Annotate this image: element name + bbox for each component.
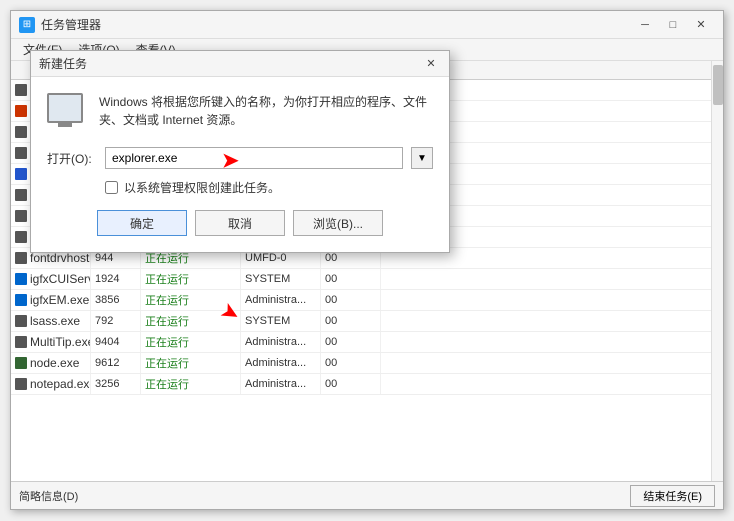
table-row[interactable]: notepad.exe3256正在运行Administra...00 — [11, 374, 711, 395]
monitor-icon — [47, 93, 83, 123]
title-text: 任务管理器 — [41, 16, 101, 33]
process-name: MultiTip.exe — [11, 332, 91, 352]
process-status: 正在运行 — [141, 290, 241, 310]
dialog-body: Windows 将根据您所键入的名称，为你打开相应的程序、文件夹、文档或 Int… — [31, 77, 449, 252]
process-status: 正在运行 — [141, 332, 241, 352]
process-status: 正在运行 — [141, 269, 241, 289]
process-user: Administra... — [241, 353, 321, 373]
process-user: SYSTEM — [241, 311, 321, 331]
ok-button[interactable]: 确定 — [97, 210, 187, 236]
open-row: 打开(O): ▼ — [47, 147, 433, 169]
title-bar: ⊞ 任务管理器 ─ □ ✕ — [11, 11, 723, 39]
maximize-button[interactable]: □ — [659, 15, 687, 35]
dialog-title: 新建任务 — [39, 55, 87, 72]
process-cpu: 00 — [321, 269, 381, 289]
process-name: notepad.exe — [11, 374, 91, 394]
process-name: igfxCUIService.exe — [11, 269, 91, 289]
process-cpu: 00 — [321, 332, 381, 352]
process-status: 正在运行 — [141, 374, 241, 394]
process-icon — [15, 336, 27, 348]
dialog-top: Windows 将根据您所键入的名称，为你打开相应的程序、文件夹、文档或 Int… — [47, 93, 433, 133]
process-icon — [15, 168, 27, 180]
process-status: 正在运行 — [141, 353, 241, 373]
table-row[interactable]: node.exe9612正在运行Administra...00 — [11, 353, 711, 374]
browse-button[interactable]: 浏览(B)... — [293, 210, 383, 236]
process-pid: 3256 — [91, 374, 141, 394]
dialog-close-button[interactable]: ✕ — [421, 55, 441, 73]
process-icon — [15, 126, 27, 138]
title-controls: ─ □ ✕ — [631, 15, 715, 35]
process-icon — [15, 252, 27, 264]
table-row[interactable]: igfxEM.exe3856正在运行Administra...00 — [11, 290, 711, 311]
process-user: Administra... — [241, 374, 321, 394]
open-input[interactable] — [105, 147, 403, 169]
process-cpu: 00 — [321, 374, 381, 394]
process-cpu: 00 — [321, 311, 381, 331]
close-button[interactable]: ✕ — [687, 15, 715, 35]
process-icon — [15, 273, 27, 285]
brief-info-label[interactable]: 简略信息(D) — [19, 488, 78, 504]
dialog-icon-area — [47, 93, 87, 133]
process-name: igfxEM.exe — [11, 290, 91, 310]
process-icon — [15, 147, 27, 159]
process-cpu: 00 — [321, 290, 381, 310]
scroll-thumb — [713, 65, 723, 105]
process-user: Administra... — [241, 332, 321, 352]
process-status: 正在运行 — [141, 311, 241, 331]
process-name: node.exe — [11, 353, 91, 373]
process-pid: 1924 — [91, 269, 141, 289]
process-icon — [15, 189, 27, 201]
process-cpu: 00 — [321, 353, 381, 373]
process-pid: 9612 — [91, 353, 141, 373]
process-user: SYSTEM — [241, 269, 321, 289]
title-bar-left: ⊞ 任务管理器 — [19, 16, 101, 33]
process-pid: 3856 — [91, 290, 141, 310]
open-dropdown-button[interactable]: ▼ — [411, 147, 433, 169]
checkbox-row: 以系统管理权限创建此任务。 — [105, 179, 433, 196]
process-icon — [15, 84, 27, 96]
bottom-bar: 简略信息(D) 结束任务(E) — [11, 481, 723, 509]
process-user: Administra... — [241, 290, 321, 310]
sysadmin-checkbox[interactable] — [105, 181, 118, 194]
checkbox-label: 以系统管理权限创建此任务。 — [124, 179, 280, 196]
process-icon — [15, 315, 27, 327]
process-name: lsass.exe — [11, 311, 91, 331]
process-icon — [15, 105, 27, 117]
dialog-description: Windows 将根据您所键入的名称，为你打开相应的程序、文件夹、文档或 Int… — [99, 93, 433, 133]
process-icon — [15, 210, 27, 222]
process-pid: 792 — [91, 311, 141, 331]
process-icon — [15, 378, 27, 390]
new-task-dialog: 新建任务 ✕ Windows 将根据您所键入的名称，为你打开相应的程序、文件夹、… — [30, 50, 450, 253]
end-task-button[interactable]: 结束任务(E) — [630, 485, 715, 507]
open-label: 打开(O): — [47, 150, 97, 167]
cancel-button[interactable]: 取消 — [195, 210, 285, 236]
minimize-button[interactable]: ─ — [631, 15, 659, 35]
taskmanager-icon: ⊞ — [19, 17, 35, 33]
table-row[interactable]: MultiTip.exe9404正在运行Administra...00 — [11, 332, 711, 353]
scrollbar[interactable] — [711, 61, 723, 481]
process-icon — [15, 231, 27, 243]
table-row[interactable]: igfxCUIService.exe1924正在运行SYSTEM00 — [11, 269, 711, 290]
process-icon — [15, 357, 27, 369]
table-row[interactable]: lsass.exe792正在运行SYSTEM00 — [11, 311, 711, 332]
dialog-title-bar: 新建任务 ✕ — [31, 51, 449, 77]
dialog-buttons: 确定 取消 浏览(B)... — [47, 210, 433, 236]
process-icon — [15, 294, 27, 306]
process-pid: 9404 — [91, 332, 141, 352]
